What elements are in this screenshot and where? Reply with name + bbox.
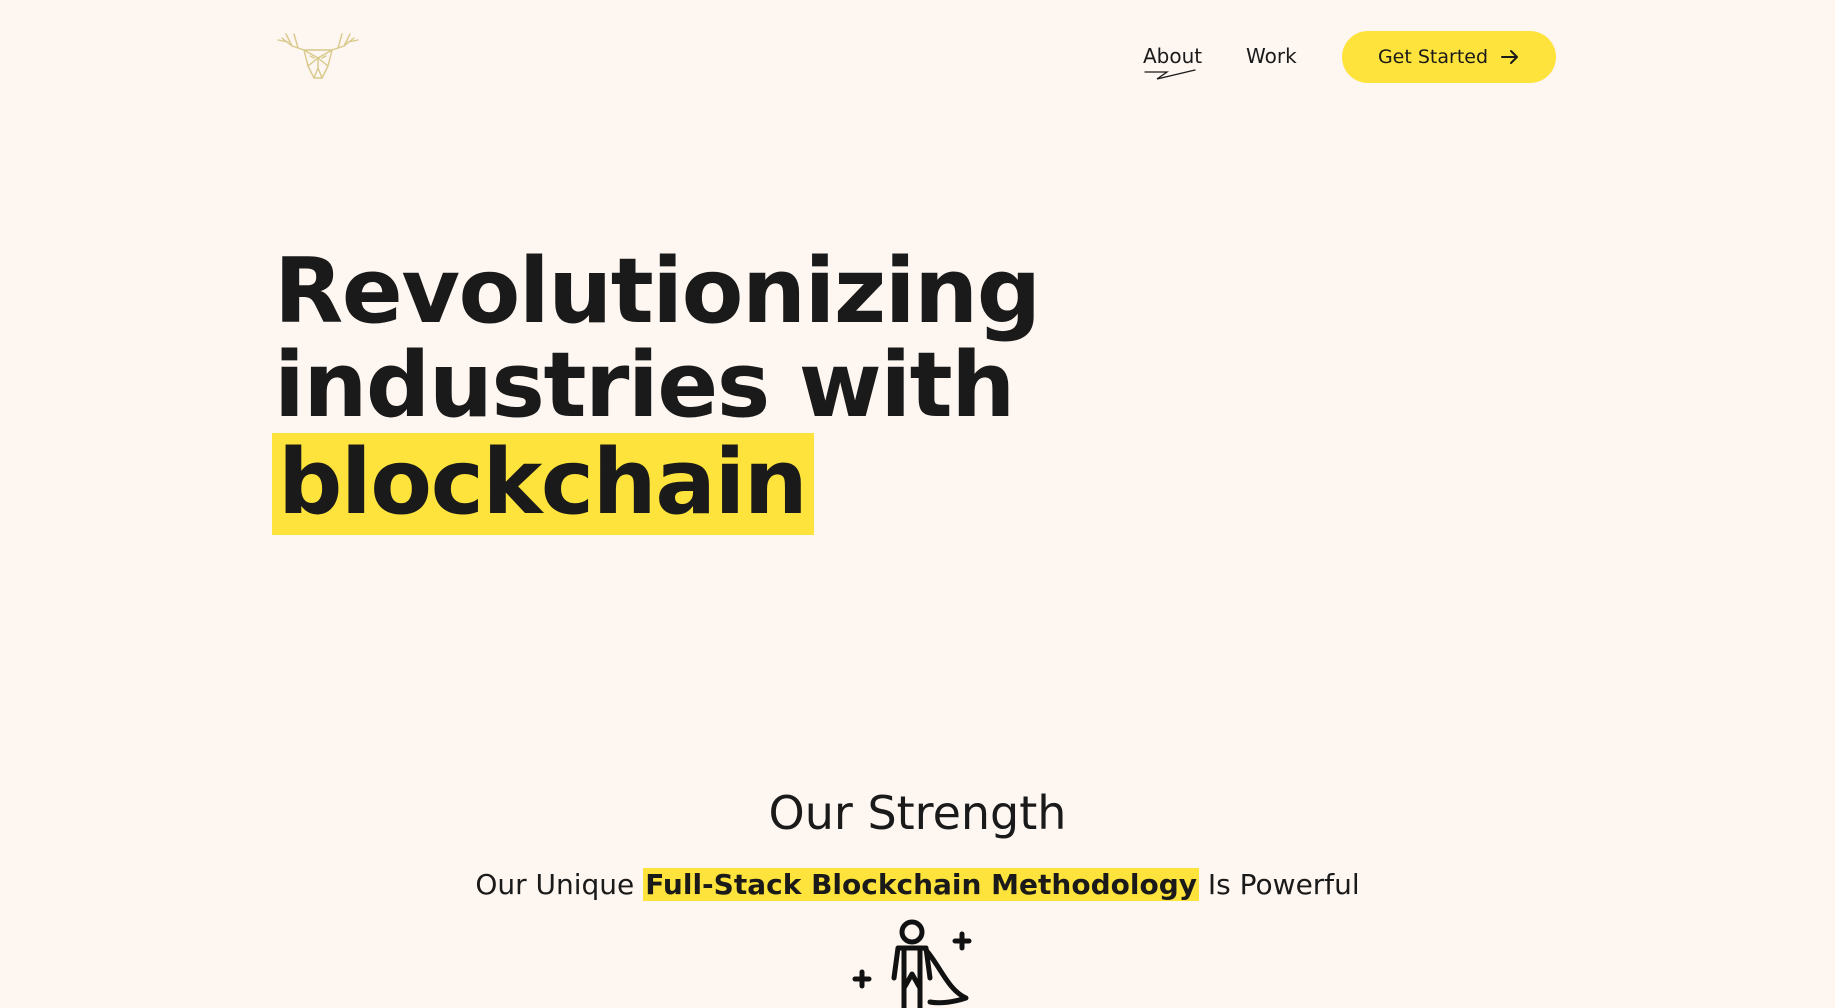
hero-section: Revolutionizing industries with blockcha… [272,239,1174,535]
strength-subtitle: Our Unique Full-Stack Blockchain Methodo… [0,868,1835,901]
nav-work[interactable]: Work [1246,44,1297,68]
moose-head-icon[interactable] [274,28,362,84]
hero-line-2: industries with [274,333,1015,438]
hero-heading: Revolutionizing industries with blockcha… [272,239,1174,535]
get-started-button[interactable]: Get Started [1342,31,1556,83]
get-started-label: Get Started [1377,46,1489,68]
nav-about[interactable]: About [1143,44,1202,68]
nav-about-underline [1144,69,1196,80]
strength-title: Our Strength [768,786,1067,840]
subtitle-before: Our Unique [475,868,644,901]
arrow-right-icon [1501,50,1519,64]
hero-highlight: blockchain [272,433,815,535]
superhero-icon [852,919,972,1008]
subtitle-highlight: Full-Stack Blockchain Methodology [643,868,1199,901]
subtitle-after: Is Powerful [1199,868,1360,901]
site-header: About Work Get Started [0,0,1835,120]
hero-line-1: Revolutionizing [274,239,1041,344]
page: About Work Get Started Revolutionizing i… [0,0,1835,1008]
hero-line-3: blockchain [272,433,1174,535]
